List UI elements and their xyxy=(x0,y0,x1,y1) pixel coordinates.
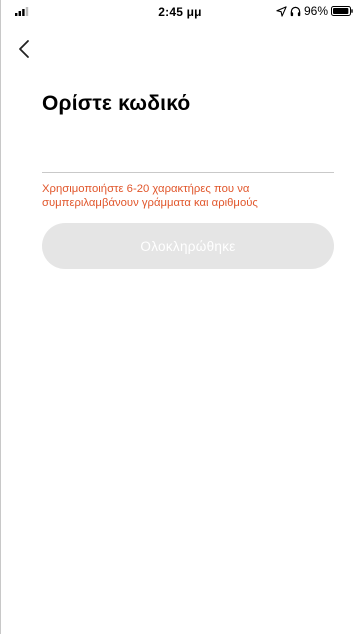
password-input[interactable] xyxy=(42,145,334,173)
password-hint: Χρησιμοποιήστε 6-20 χαρακτήρες που να συ… xyxy=(42,183,258,209)
battery-percent: 96% xyxy=(303,4,328,18)
headphones-icon xyxy=(290,6,301,16)
battery-icon xyxy=(331,6,353,16)
location-arrow-icon xyxy=(276,5,287,17)
status-right-group: 96% xyxy=(276,4,353,18)
back-button[interactable] xyxy=(15,38,35,60)
status-bar: 2:45 μμ 96% xyxy=(1,0,358,22)
page-title: Ορίστε κωδικό xyxy=(42,92,191,115)
app-screen: 2:45 μμ 96% Ορίστε κωδικό Χρησιμοποιήστε… xyxy=(0,0,358,634)
done-button[interactable]: Ολοκληρώθηκε xyxy=(42,223,334,269)
chevron-left-icon xyxy=(19,40,29,58)
